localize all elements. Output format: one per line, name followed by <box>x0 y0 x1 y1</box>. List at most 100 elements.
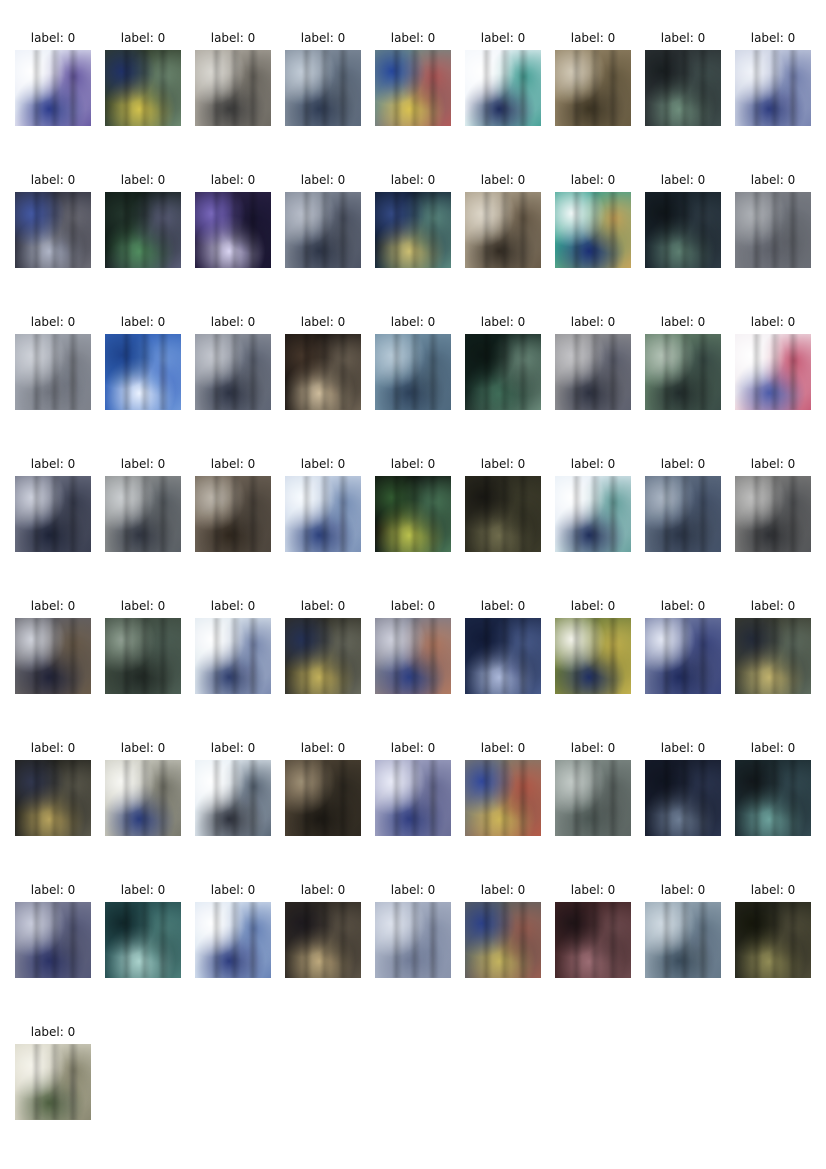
image-noise <box>375 192 451 268</box>
tile-label: label: 0 <box>570 173 616 187</box>
image-noise <box>645 192 721 268</box>
image-noise <box>285 902 361 978</box>
tile-label: label: 0 <box>660 315 706 329</box>
image-noise <box>555 618 631 694</box>
tile-label: label: 0 <box>300 599 346 613</box>
image-noise <box>195 334 271 410</box>
image-noise <box>285 760 361 836</box>
grid-tile: label: 0 <box>285 314 361 414</box>
grid-tile: label: 0 <box>375 598 451 698</box>
generated-image <box>15 1044 91 1120</box>
generated-image <box>105 476 181 552</box>
image-noise <box>15 1044 91 1120</box>
grid-tile: label: 0 <box>465 172 541 272</box>
generated-image <box>195 334 271 410</box>
grid-tile: label: 0 <box>195 30 271 130</box>
tile-label: label: 0 <box>570 741 616 755</box>
generated-image <box>735 618 811 694</box>
tile-label: label: 0 <box>210 173 256 187</box>
grid-tile: label: 0 <box>375 314 451 414</box>
image-noise <box>735 902 811 978</box>
grid-tile: label: 0 <box>735 740 811 840</box>
tile-label: label: 0 <box>480 599 526 613</box>
generated-image <box>375 192 451 268</box>
tile-label: label: 0 <box>300 457 346 471</box>
grid-tile: label: 0 <box>375 30 451 130</box>
grid-tile: label: 0 <box>285 740 361 840</box>
tile-label: label: 0 <box>30 457 76 471</box>
grid-tile: label: 0 <box>735 598 811 698</box>
image-noise <box>105 192 181 268</box>
grid-tile: label: 0 <box>15 1024 91 1124</box>
image-noise <box>465 476 541 552</box>
grid-tile: label: 0 <box>15 172 91 272</box>
tile-label: label: 0 <box>480 173 526 187</box>
image-noise <box>105 476 181 552</box>
image-noise <box>375 902 451 978</box>
grid-tile: label: 0 <box>105 172 181 272</box>
tile-label: label: 0 <box>300 741 346 755</box>
generated-image <box>195 902 271 978</box>
grid-tile: label: 0 <box>375 172 451 272</box>
tile-label: label: 0 <box>570 883 616 897</box>
tile-label: label: 0 <box>480 883 526 897</box>
tile-label: label: 0 <box>750 599 796 613</box>
image-noise <box>375 476 451 552</box>
grid-tile: label: 0 <box>15 598 91 698</box>
grid-tile: label: 0 <box>195 456 271 556</box>
grid-tile: label: 0 <box>555 882 631 982</box>
grid-tile: label: 0 <box>645 598 721 698</box>
image-noise <box>15 760 91 836</box>
image-noise <box>555 192 631 268</box>
generated-image <box>285 902 361 978</box>
tile-label: label: 0 <box>30 599 76 613</box>
grid-tile: label: 0 <box>285 456 361 556</box>
grid-tile: label: 0 <box>105 882 181 982</box>
generated-image <box>105 192 181 268</box>
generated-image <box>195 618 271 694</box>
grid-tile: label: 0 <box>15 456 91 556</box>
generated-image <box>555 50 631 126</box>
tile-label: label: 0 <box>390 457 436 471</box>
image-noise <box>195 192 271 268</box>
grid-tile: label: 0 <box>555 30 631 130</box>
generated-image <box>105 902 181 978</box>
image-noise <box>105 618 181 694</box>
generated-image <box>375 334 451 410</box>
tile-label: label: 0 <box>660 457 706 471</box>
image-noise <box>735 50 811 126</box>
generated-image <box>375 618 451 694</box>
generated-image <box>465 476 541 552</box>
grid-tile: label: 0 <box>465 598 541 698</box>
tile-label: label: 0 <box>120 315 166 329</box>
tile-label: label: 0 <box>30 31 76 45</box>
generated-image <box>645 902 721 978</box>
generated-image <box>375 760 451 836</box>
grid-tile: label: 0 <box>195 314 271 414</box>
tile-label: label: 0 <box>120 173 166 187</box>
image-noise <box>285 476 361 552</box>
generated-image <box>375 902 451 978</box>
tile-label: label: 0 <box>300 315 346 329</box>
image-noise <box>375 50 451 126</box>
generated-image <box>15 192 91 268</box>
tile-label: label: 0 <box>30 315 76 329</box>
tile-label: label: 0 <box>390 599 436 613</box>
grid-tile: label: 0 <box>375 456 451 556</box>
grid-tile: label: 0 <box>285 30 361 130</box>
image-noise <box>465 50 541 126</box>
tile-label: label: 0 <box>390 315 436 329</box>
image-noise <box>195 902 271 978</box>
generated-image <box>375 50 451 126</box>
tile-label: label: 0 <box>300 173 346 187</box>
grid-tile: label: 0 <box>645 314 721 414</box>
generated-image <box>15 50 91 126</box>
tile-label: label: 0 <box>210 883 256 897</box>
image-noise <box>465 618 541 694</box>
tile-label: label: 0 <box>210 599 256 613</box>
generated-image <box>285 618 361 694</box>
image-noise <box>735 760 811 836</box>
tile-label: label: 0 <box>660 173 706 187</box>
tile-label: label: 0 <box>120 741 166 755</box>
generated-image <box>645 476 721 552</box>
